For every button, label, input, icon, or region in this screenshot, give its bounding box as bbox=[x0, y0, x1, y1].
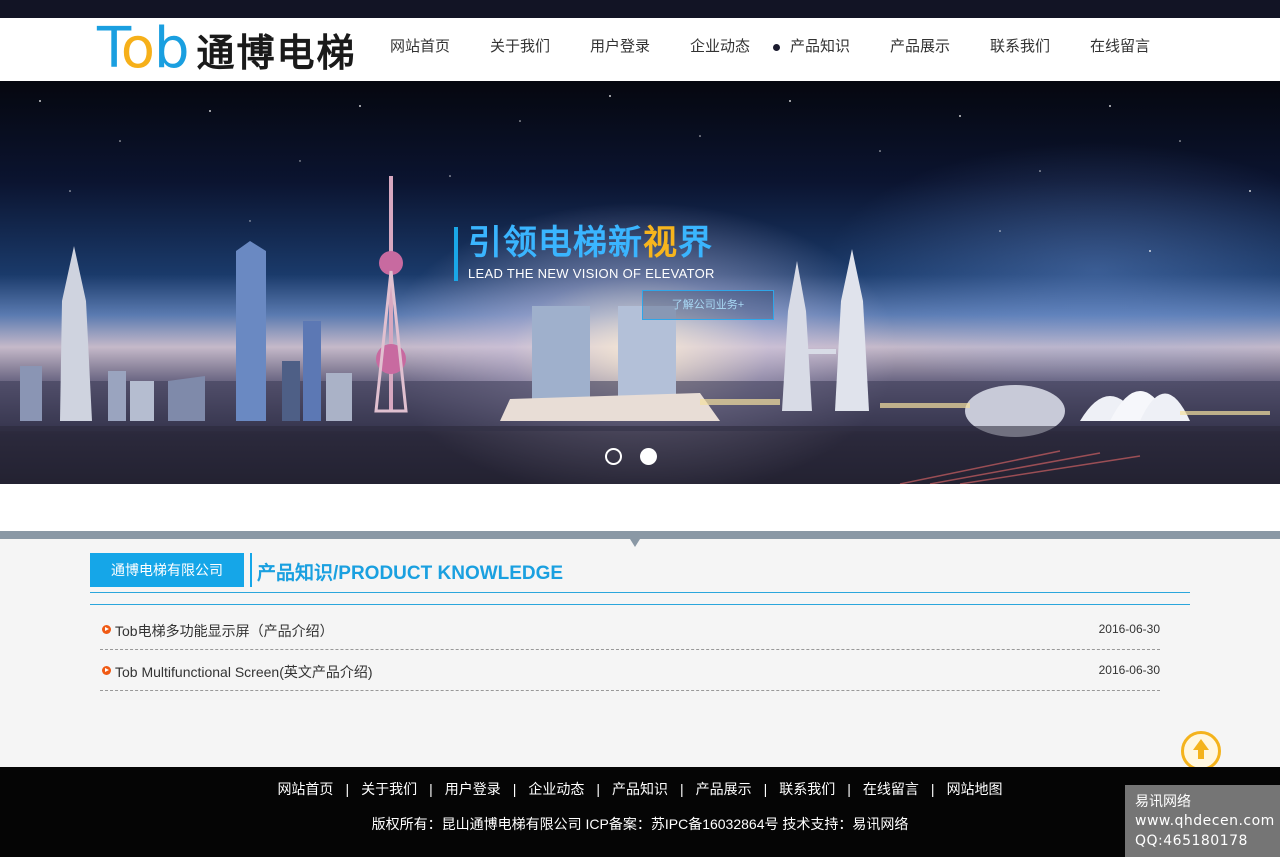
footer-link-about[interactable]: 关于我们 bbox=[361, 781, 417, 797]
vendor-name: 易讯网络 bbox=[1135, 793, 1191, 809]
nav-item-home[interactable]: 网站首页 bbox=[370, 18, 470, 81]
footer-link-message[interactable]: 在线留言 bbox=[863, 781, 919, 797]
nav-item-products[interactable]: 产品展示 bbox=[870, 18, 970, 81]
site-footer: 网站首页 | 关于我们 | 用户登录 | 企业动态 | 产品知识 | 产品展示 | 联系我们 | 在线留言 |… bbox=[0, 767, 1280, 857]
footer-separator: | bbox=[763, 781, 768, 797]
logo-text-cn: 通博电梯 bbox=[196, 32, 357, 75]
title-rule-secondary bbox=[90, 604, 1190, 605]
site-logo[interactable]: Tob 通博电梯 bbox=[97, 20, 357, 78]
play-bullet-icon bbox=[102, 625, 111, 634]
list-item[interactable]: Tob Multifunctional Screen(英文产品介绍) 2016-… bbox=[100, 650, 1160, 691]
hero-banner[interactable]: 引领电梯新视界 LEAD THE NEW VISION OF ELEVATOR … bbox=[0, 81, 1280, 484]
footer-link-contact[interactable]: 联系我们 bbox=[779, 781, 835, 797]
section-divider bbox=[0, 531, 1280, 539]
footer-separator: | bbox=[429, 781, 433, 797]
main-content: 通博电梯有限公司 产品知识/PRODUCT KNOWLEDGE Tob电梯多功能… bbox=[0, 547, 1280, 767]
footer-link-products[interactable]: 产品展示 bbox=[696, 781, 752, 797]
banner-headline: 引领电梯新视界 LEAD THE NEW VISION OF ELEVATOR bbox=[454, 223, 715, 283]
footer-link-product-knowledge[interactable]: 产品知识 bbox=[612, 781, 668, 797]
footer-link-home[interactable]: 网站首页 bbox=[277, 781, 333, 797]
article-list: Tob电梯多功能显示屏（产品介绍） 2016-06-30 Tob Multifu… bbox=[100, 609, 1160, 691]
article-title[interactable]: Tob电梯多功能显示屏（产品介绍） bbox=[115, 621, 334, 641]
footer-link-news[interactable]: 企业动态 bbox=[528, 781, 584, 797]
title-rule bbox=[90, 592, 1190, 593]
main-nav: 网站首页 关于我们 用户登录 企业动态 产品知识 产品展示 联系我们 在线留言 bbox=[370, 18, 1170, 81]
nav-item-news[interactable]: 企业动态 bbox=[670, 18, 770, 81]
footer-separator: | bbox=[596, 781, 600, 797]
article-date: 2016-06-30 bbox=[1098, 622, 1160, 636]
footer-nav: 网站首页 | 关于我们 | 用户登录 | 企业动态 | 产品知识 | 产品展示 | 联系我们 | 在线留言 |… bbox=[0, 779, 1280, 799]
page-title: 产品知识/PRODUCT KNOWLEDGE bbox=[257, 563, 564, 584]
vendor-url: www.qhdecen.com bbox=[1135, 813, 1275, 829]
headline-cn: 引领电梯新视界 bbox=[468, 224, 713, 262]
footer-separator: | bbox=[512, 781, 517, 797]
site-header: Tob 通博电梯 网站首页 关于我们 用户登录 企业动态 产品知识 产品展示 联… bbox=[0, 18, 1280, 81]
nav-item-about[interactable]: 关于我们 bbox=[470, 18, 570, 81]
slider-dot-2-active[interactable] bbox=[640, 448, 657, 465]
nav-item-product-knowledge[interactable]: 产品知识 bbox=[770, 18, 870, 81]
article-title[interactable]: Tob Multifunctional Screen(英文产品介绍) bbox=[115, 662, 373, 682]
nav-item-login[interactable]: 用户登录 bbox=[570, 18, 670, 81]
footer-separator: | bbox=[847, 781, 851, 797]
article-date: 2016-06-30 bbox=[1098, 663, 1160, 677]
play-bullet-icon bbox=[102, 666, 111, 675]
footer-link-sitemap[interactable]: 网站地图 bbox=[947, 781, 1003, 797]
vendor-badge[interactable]: 易讯网络 www.qhdecen.com QQ:465180178 bbox=[1125, 785, 1280, 857]
divider-notch-icon bbox=[630, 539, 640, 547]
copyright-text: 版权所有：昆山通博电梯有限公司 ICP备案：苏IPC备16032864号 技术支… bbox=[371, 816, 909, 832]
company-name-tab: 通博电梯有限公司 bbox=[90, 553, 244, 587]
arrow-up-circle-icon[interactable] bbox=[1181, 731, 1221, 771]
logo-text-en: Tob bbox=[97, 16, 190, 81]
spacer bbox=[0, 484, 1280, 531]
footer-separator: | bbox=[680, 781, 684, 797]
vendor-qq: QQ:465180178 bbox=[1135, 833, 1248, 849]
headline-accent-bar bbox=[454, 227, 458, 281]
top-strip bbox=[0, 0, 1280, 18]
nav-item-message[interactable]: 在线留言 bbox=[1070, 18, 1170, 81]
footer-separator: | bbox=[345, 781, 350, 797]
slider-dot-1[interactable] bbox=[605, 448, 622, 465]
learn-business-button[interactable]: 了解公司业务+ bbox=[642, 290, 774, 320]
nav-item-contact[interactable]: 联系我们 bbox=[970, 18, 1070, 81]
footer-link-login[interactable]: 用户登录 bbox=[445, 781, 501, 797]
list-item[interactable]: Tob电梯多功能显示屏（产品介绍） 2016-06-30 bbox=[100, 609, 1160, 650]
title-accent-bar bbox=[250, 553, 252, 587]
headline-en: LEAD THE NEW VISION OF ELEVATOR bbox=[468, 266, 715, 281]
footer-separator: | bbox=[930, 781, 935, 797]
